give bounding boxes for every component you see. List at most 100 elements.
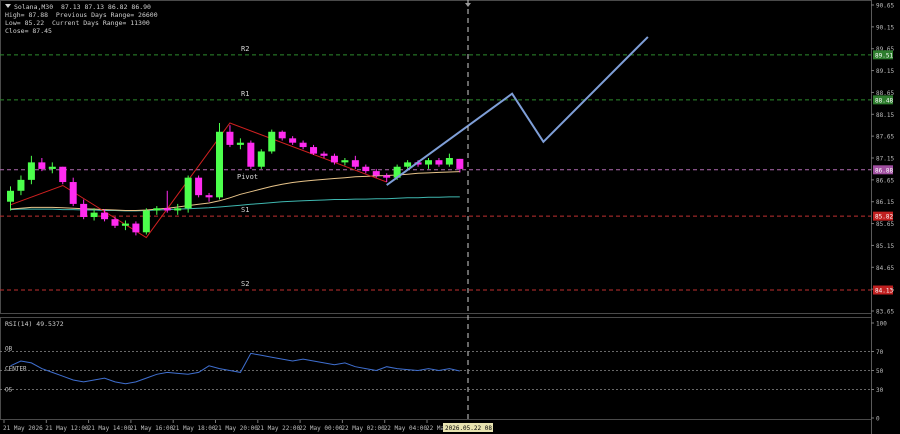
info-line-3: Close= 87.45 xyxy=(5,27,52,35)
level-label-s1: S1 xyxy=(241,206,249,214)
candle-body xyxy=(184,177,192,209)
trading-chart: R2R1PivotS1S2 90.6590.1589.6589.1588.658… xyxy=(0,0,894,434)
rsi-pane: OB CENTER OS 100 70 50 30 0 xyxy=(0,321,887,423)
time-label: 22 May 00:00 xyxy=(299,425,343,432)
chart-info-panel: Solana,M30 87.13 87.13 86.82 86.90 High=… xyxy=(5,3,158,35)
rsi-level-label: OS xyxy=(5,387,13,394)
price-tick-label: 87.15 xyxy=(876,156,894,163)
time-label: 21 May 16:00 xyxy=(130,425,174,432)
ma-fast-line xyxy=(10,171,460,211)
candle-body xyxy=(163,208,171,211)
time-label: 21 May 22:00 xyxy=(257,425,301,432)
rsi-tick-label: 70 xyxy=(876,349,884,356)
candle xyxy=(7,186,14,211)
candle-body xyxy=(299,142,307,148)
candle-body xyxy=(236,142,244,145)
candle-body xyxy=(17,179,25,191)
candle-body xyxy=(38,162,46,169)
price-tick-label: 83.65 xyxy=(876,309,894,316)
candle xyxy=(142,208,150,235)
candle-body xyxy=(216,131,223,198)
time-label: 22 May 02:00 xyxy=(341,425,385,432)
level-tag-s1: 85.82 xyxy=(873,211,893,221)
level-tag-text: 85.82 xyxy=(875,214,893,221)
time-axis: 21 May 2026 21 May 12:0021 May 14:0021 Ma… xyxy=(3,420,503,432)
candle-body xyxy=(456,158,464,169)
candle-body xyxy=(425,160,432,165)
candle-body xyxy=(362,166,370,172)
candle-body xyxy=(278,131,286,139)
candle xyxy=(247,140,255,169)
rsi-level-label: CENTER xyxy=(5,366,27,373)
price-tick-label: 88.15 xyxy=(876,112,894,119)
candle xyxy=(216,123,223,200)
candle xyxy=(195,175,203,198)
rsi-pane-frame xyxy=(0,317,872,420)
candle-body xyxy=(205,195,213,198)
candle xyxy=(456,158,464,173)
candle xyxy=(257,149,265,169)
price-axis: 90.6590.1589.6589.1588.6588.1587.6587.15… xyxy=(871,3,894,316)
level-tag-text: 86.88 xyxy=(875,167,893,174)
price-tick-label: 86.15 xyxy=(876,199,894,206)
level-tag-s2: 84.13 xyxy=(873,285,893,295)
candle xyxy=(174,203,182,215)
symbol-line[interactable]: Solana,M30 87.13 87.13 86.82 86.90 xyxy=(5,3,158,11)
cursor-time-tag: 2026.05.22 08:00 xyxy=(443,423,503,432)
level-tag-r1: 88.48 xyxy=(873,95,893,105)
candle-body xyxy=(59,166,67,183)
price-tick-label: 85.65 xyxy=(876,221,894,228)
rsi-level-label: OB xyxy=(5,346,13,353)
candle xyxy=(236,138,244,150)
time-label: 21 May 20:00 xyxy=(215,425,259,432)
candle-body xyxy=(257,151,265,167)
level-tags: 89.51 88.48 86.88 85.82 84.13 xyxy=(873,50,893,295)
moving-averages xyxy=(10,171,460,212)
main-pane-frame xyxy=(0,0,872,314)
price-tick-label: 90.15 xyxy=(876,24,894,31)
candle xyxy=(80,199,88,220)
cursor-marker-icon xyxy=(465,3,471,7)
candle xyxy=(59,166,67,185)
level-label-r2: R2 xyxy=(241,45,249,53)
rsi-tick-label: 0 xyxy=(876,416,880,423)
info-line-2: Low= 85.22 Current Days Range= 11300 xyxy=(5,19,150,27)
candle xyxy=(205,192,213,202)
candle-body xyxy=(142,210,150,233)
time-cursor[interactable] xyxy=(465,0,471,420)
candle xyxy=(121,220,129,231)
candle-body xyxy=(330,155,338,163)
time-label: 21 May 18:00 xyxy=(172,425,216,432)
candle xyxy=(184,175,192,213)
level-label-pivot: Pivot xyxy=(237,173,258,181)
pivot-levels: R2 R1 Pivot S1 S2 xyxy=(0,45,871,291)
dropdown-triangle-icon[interactable] xyxy=(5,4,11,8)
candle xyxy=(17,175,25,196)
candle xyxy=(289,136,297,145)
candle-body xyxy=(320,153,328,156)
candle xyxy=(299,140,307,150)
candle-body xyxy=(383,175,391,178)
rsi-line xyxy=(10,352,460,385)
candle xyxy=(362,164,370,174)
level-tag-text: 88.48 xyxy=(875,97,893,104)
time-label: 21 May 14:00 xyxy=(88,425,132,432)
candle-body xyxy=(445,158,453,165)
rsi-label: RSI(14) 49.5372 xyxy=(5,320,64,328)
candle xyxy=(111,217,119,228)
candle xyxy=(435,158,443,167)
price-tick-label: 90.65 xyxy=(876,3,894,10)
candle-body xyxy=(435,160,443,165)
candle-body xyxy=(247,142,255,167)
price-tick-label: 84.65 xyxy=(876,265,894,272)
candle-body xyxy=(341,160,349,163)
candle xyxy=(48,162,56,174)
candle-body xyxy=(90,212,98,218)
symbol-text: Solana,M30 87.13 87.13 86.82 86.90 xyxy=(14,3,151,11)
price-tick-label: 85.15 xyxy=(876,243,894,250)
rsi-tick-label: 100 xyxy=(876,321,887,328)
candle-body xyxy=(48,166,56,169)
candle-body xyxy=(226,131,234,145)
candle xyxy=(69,177,77,207)
level-label-r1: R1 xyxy=(241,90,249,98)
